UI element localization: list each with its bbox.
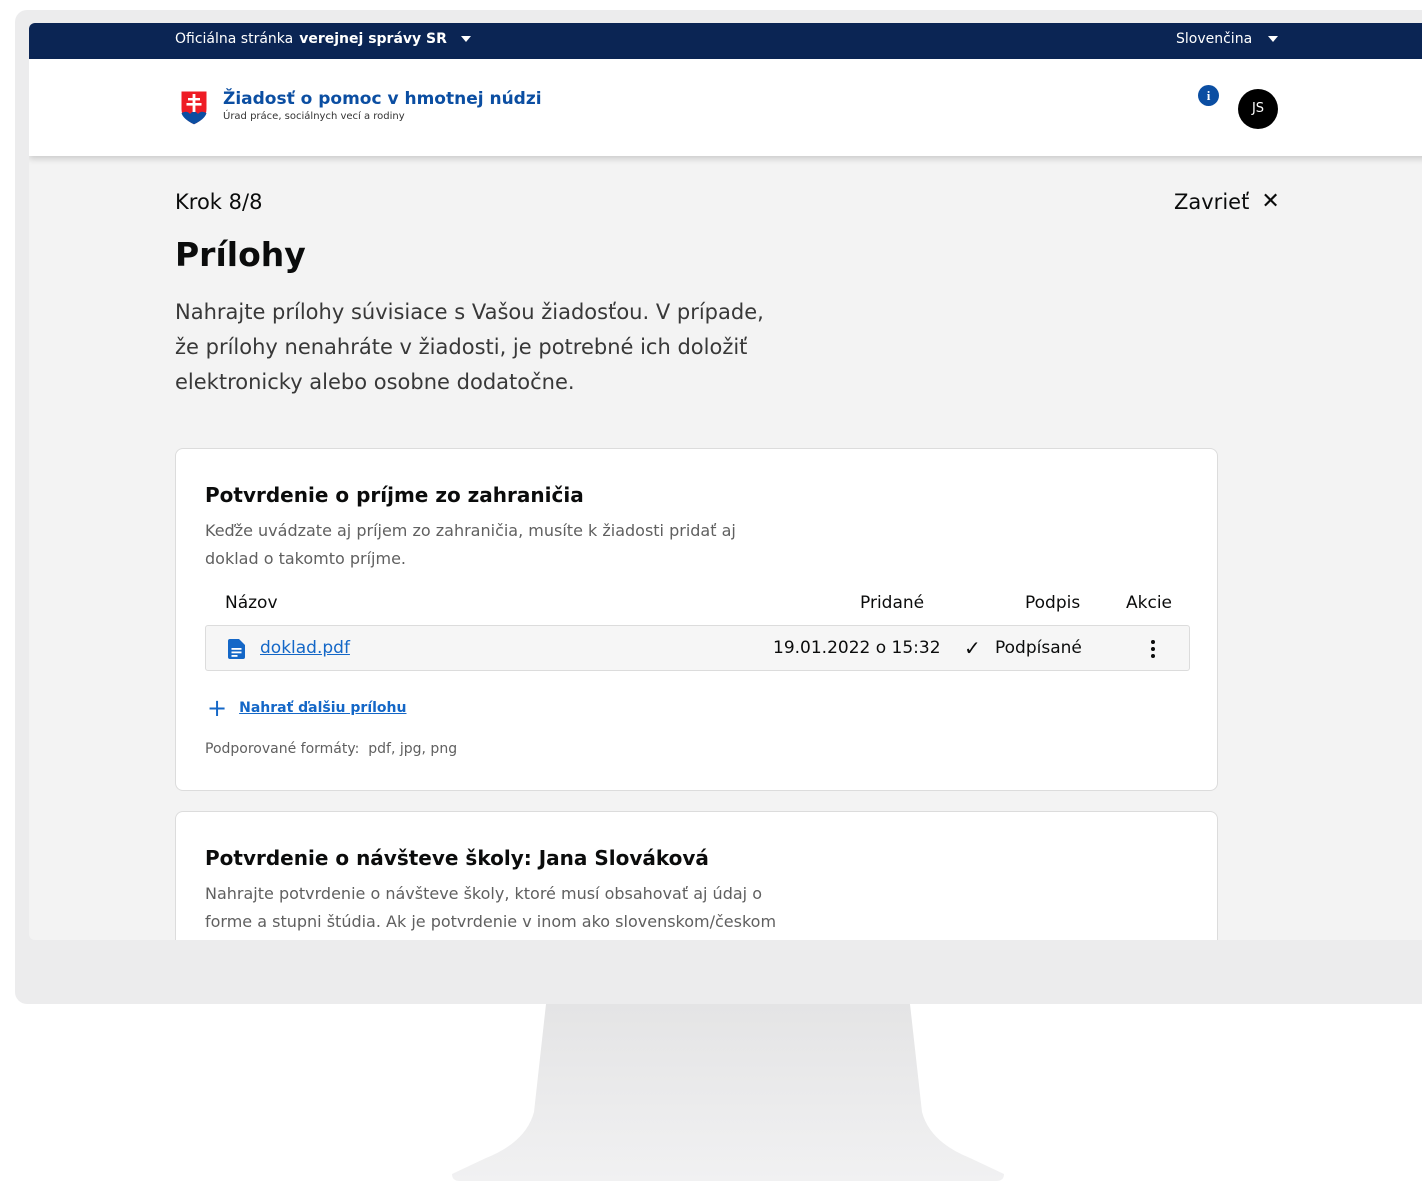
official-site-toggle[interactable]: Oficiálna stránka verejnej správy SR: [175, 31, 471, 47]
file-added-date: 19.01.2022 o 15:32: [773, 638, 941, 658]
more-actions-icon[interactable]: [1151, 640, 1155, 658]
column-header-actions: Akcie: [1126, 593, 1173, 613]
file-link[interactable]: doklad.pdf: [260, 638, 350, 658]
table-row: doklad.pdf 19.01.2022 o 15:32 ✓ Podpísan…: [205, 625, 1190, 671]
supported-formats-value: pdf, jpg, png: [368, 741, 458, 757]
close-button[interactable]: Zavrieť ✕: [1174, 189, 1280, 214]
card-description: Nahrajte potvrdenie o návšteve školy, kt…: [205, 884, 777, 931]
upload-another-button[interactable]: + Nahrať ďalšiu prílohu: [207, 694, 407, 722]
supported-formats-label: Podporované formáty:: [205, 741, 360, 757]
column-header-signature: Podpis: [1025, 593, 1081, 613]
coat-of-arms-icon: [179, 89, 209, 127]
caret-down-icon: [460, 36, 471, 42]
official-site-prefix: Oficiálna stránka: [175, 31, 294, 47]
checkmark-icon: ✓: [964, 636, 981, 660]
attachment-card: Potvrdenie o príjme zo zahraničia Keďže …: [175, 448, 1218, 791]
caret-down-icon: [1268, 36, 1279, 42]
brand[interactable]: Žiadosť o pomoc v hmotnej núdzi Úrad prá…: [179, 89, 542, 127]
page-intro: Nahrajte prílohy súvisiace s Vašou žiado…: [175, 300, 764, 394]
column-header-name: Názov: [225, 593, 278, 613]
gov-banner: Oficiálna stránka verejnej správy SR Slo…: [29, 23, 1422, 59]
card-title: Potvrdenie o návšteve školy: Jana Slovák…: [205, 846, 709, 870]
document-icon: [228, 639, 245, 659]
page-title: Prílohy: [175, 235, 306, 274]
official-site-bold: verejnej správy SR: [299, 31, 447, 47]
close-icon: ✕: [1261, 189, 1280, 214]
close-label: Zavrieť: [1174, 189, 1250, 214]
plus-icon: +: [207, 694, 228, 722]
column-header-added: Pridané: [860, 593, 925, 613]
card-description: Keďže uvádzate aj príjem zo zahraničia, …: [205, 521, 736, 568]
language-selector[interactable]: Slovenčina: [1176, 31, 1279, 47]
supported-formats: Podporované formáty: pdf, jpg, png: [205, 741, 457, 757]
table-header: Názov Pridané Podpis Akcie: [205, 593, 1190, 617]
signature-status: Podpísané: [995, 638, 1082, 658]
avatar[interactable]: JS: [1238, 89, 1278, 129]
card-title: Potvrdenie o príjme zo zahraničia: [205, 483, 584, 507]
app-title: Žiadosť o pomoc v hmotnej núdzi: [223, 89, 542, 109]
attachment-card: Potvrdenie o návšteve školy: Jana Slovák…: [175, 811, 1218, 940]
language-label: Slovenčina: [1176, 31, 1253, 47]
screen: Oficiálna stránka verejnej správy SR Slo…: [29, 23, 1422, 940]
step-indicator: Krok 8/8: [175, 190, 263, 214]
upload-another-label: Nahrať ďalšiu prílohu: [239, 700, 407, 716]
info-icon[interactable]: i: [1198, 85, 1219, 106]
app-header: Žiadosť o pomoc v hmotnej núdzi Úrad prá…: [29, 59, 1422, 156]
app-subtitle: Úrad práce, sociálnych vecí a rodiny: [223, 111, 405, 122]
monitor-stand: [0, 1000, 1422, 1182]
